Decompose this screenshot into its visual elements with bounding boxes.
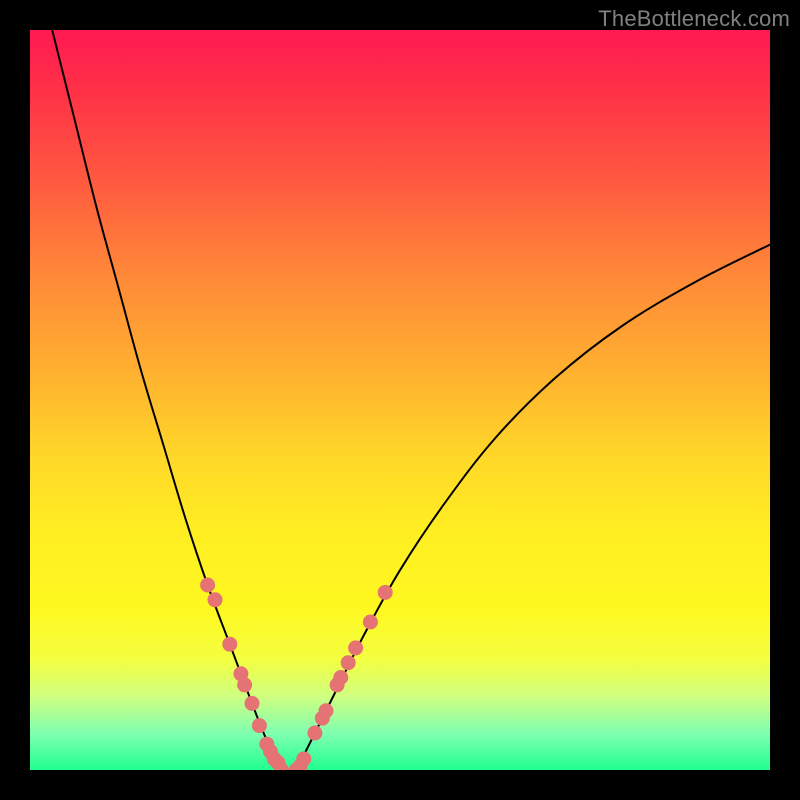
data-marker: [348, 640, 363, 655]
data-marker: [307, 726, 322, 741]
curve-left: [52, 30, 281, 770]
data-markers: [200, 578, 393, 771]
data-marker: [296, 751, 311, 766]
data-marker: [222, 637, 237, 652]
data-marker: [208, 592, 223, 607]
watermark-text: TheBottleneck.com: [598, 6, 790, 32]
chart-svg: [30, 30, 770, 770]
data-marker: [252, 718, 267, 733]
data-marker: [363, 615, 378, 630]
data-marker: [200, 578, 215, 593]
curve-right: [296, 245, 770, 770]
data-marker: [245, 696, 260, 711]
data-marker: [378, 585, 393, 600]
data-marker: [319, 703, 334, 718]
chart-plot-area: [30, 30, 770, 770]
data-marker: [333, 670, 348, 685]
data-marker: [237, 677, 252, 692]
data-marker: [341, 655, 356, 670]
